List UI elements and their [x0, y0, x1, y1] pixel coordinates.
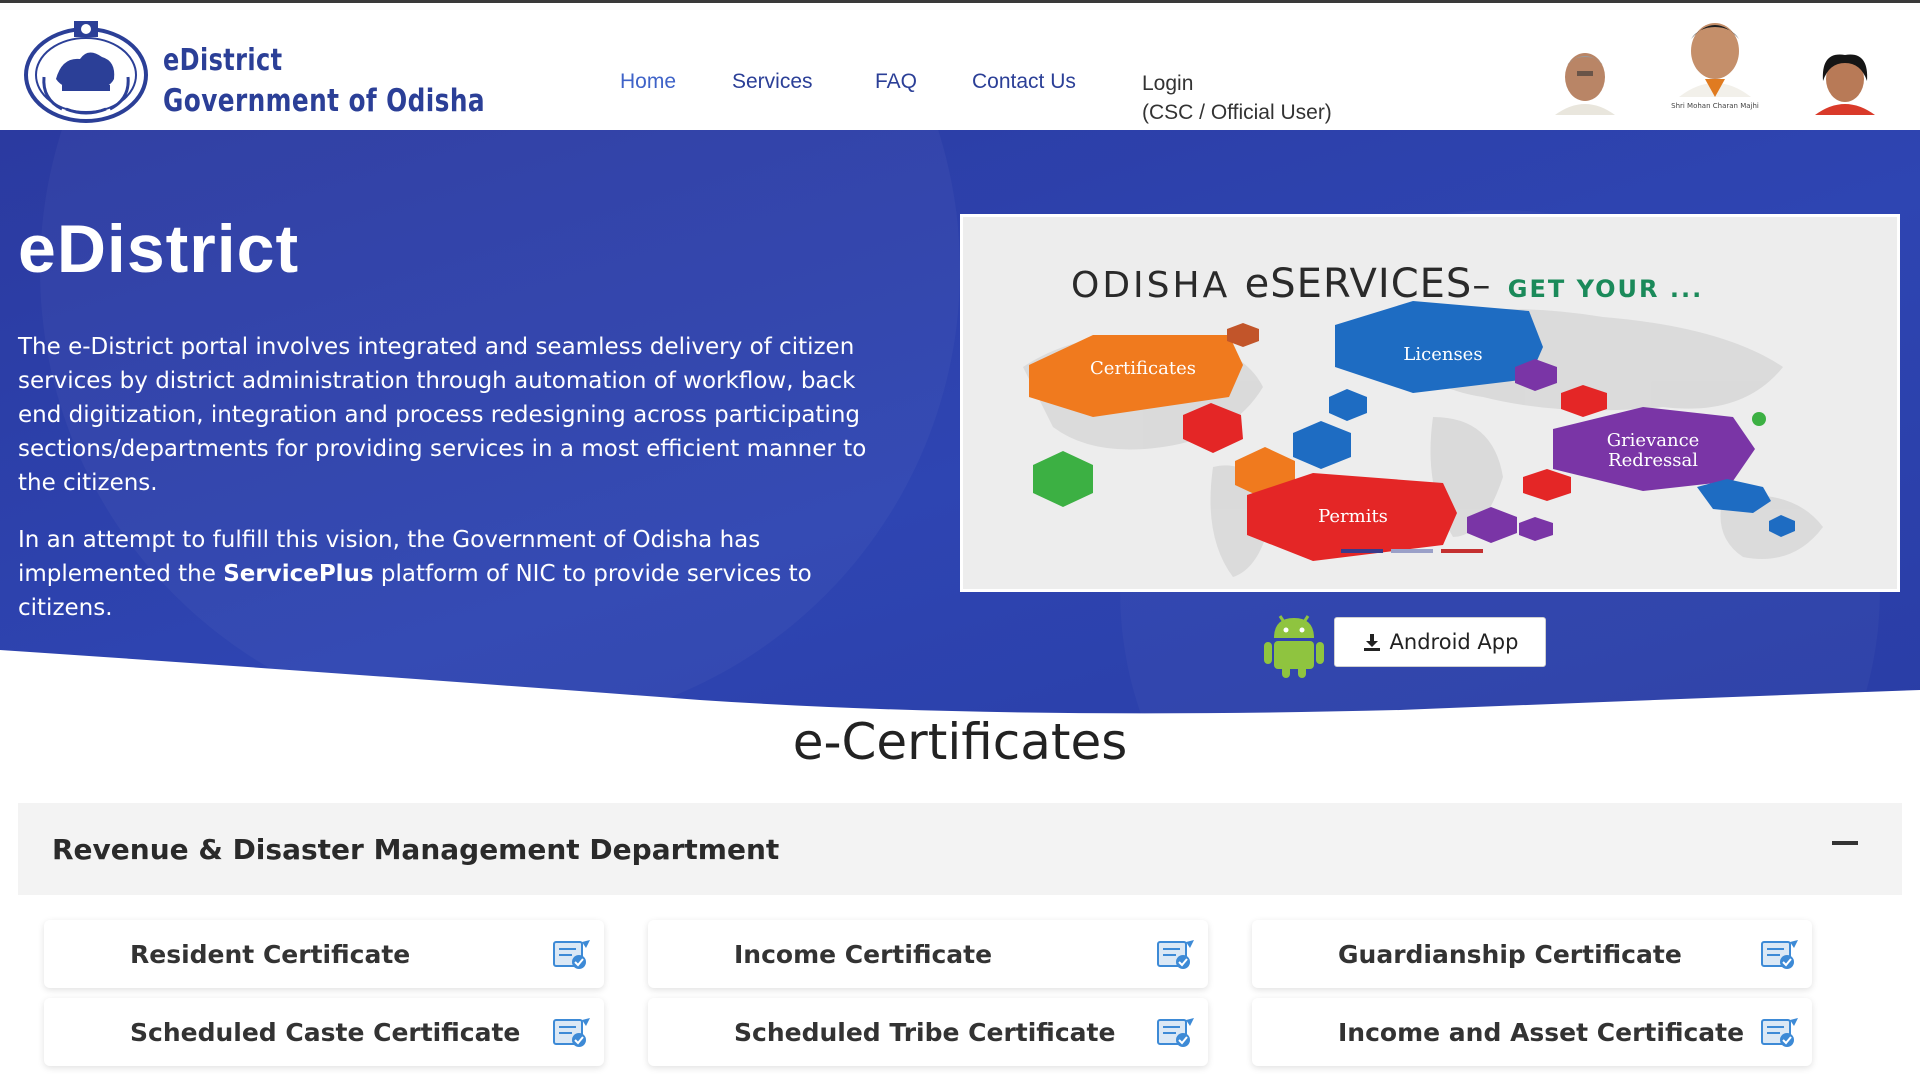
certificate-label: Income Certificate — [734, 940, 993, 969]
download-icon — [1363, 634, 1380, 651]
department-title: Revenue & Disaster Management Department — [52, 833, 780, 866]
nav-contact-us[interactable]: Contact Us — [972, 70, 1076, 94]
certificate-label: Income and Asset Certificate — [1338, 1018, 1745, 1047]
login-label: Login — [1142, 72, 1194, 95]
certificate-label: Guardianship Certificate — [1338, 940, 1682, 969]
nav-services[interactable]: Services — [732, 70, 813, 94]
department-accordion-header[interactable]: Revenue & Disaster Management Department — [18, 803, 1902, 895]
odisha-emblem-logo[interactable] — [22, 17, 150, 127]
apply-form-icon[interactable] — [1760, 938, 1800, 972]
hex-label-licenses: Licenses — [1403, 344, 1483, 365]
certificate-label: Scheduled Caste Certificate — [130, 1018, 521, 1047]
nav-home[interactable]: Home — [620, 70, 676, 94]
portrait-left-image — [1555, 53, 1615, 115]
portrait-center-caption: Shri Mohan Charan Majhi — [1671, 102, 1759, 110]
certificate-label: Resident Certificate — [130, 940, 411, 969]
eservices-banner[interactable]: ODISHA eSERVICES– GET YOUR ... Certifica… — [960, 214, 1900, 592]
banner-title-eservices: eSERVICES — [1244, 261, 1473, 307]
banner-title-odisha: ODISHA — [1071, 265, 1245, 306]
android-app-button[interactable]: Android App — [1334, 617, 1546, 667]
certificate-card-resident[interactable]: Resident Certificate — [44, 920, 604, 988]
apply-form-icon[interactable] — [1156, 1016, 1196, 1050]
certificate-card-scheduled-tribe[interactable]: Scheduled Tribe Certificate — [648, 998, 1208, 1066]
ecertificates-title: e-Certificates — [792, 713, 1128, 771]
brand-name[interactable]: eDistrict Government of Odisha — [163, 41, 485, 121]
banner-title-dash: – — [1472, 265, 1508, 306]
portrait-right-image — [1815, 54, 1875, 115]
hero-vision: In an attempt to fulfill this vision, th… — [18, 523, 888, 625]
certificate-list: Resident Certificate Income Certificate … — [0, 920, 1920, 1080]
portrait-center-image — [1679, 23, 1751, 97]
hex-label-grievance-1: Grievance — [1606, 430, 1700, 451]
login-sublabel: (CSC / Official User) — [1142, 101, 1332, 124]
banner-title: ODISHA eSERVICES– GET YOUR ... — [1071, 261, 1703, 307]
certificate-label: Scheduled Tribe Certificate — [734, 1018, 1116, 1047]
banner-title-getyour: GET YOUR ... — [1507, 275, 1704, 303]
android-app-label: Android App — [1389, 630, 1519, 654]
leader-portrait-center: Shri Mohan Charan Majhi — [1645, 17, 1785, 110]
certificate-card-income[interactable]: Income Certificate — [648, 920, 1208, 988]
apply-form-icon[interactable] — [552, 938, 592, 972]
android-icon — [1258, 608, 1330, 680]
certificate-card-guardianship[interactable]: Guardianship Certificate — [1252, 920, 1812, 988]
brand-line-2: Government of Odisha — [163, 83, 486, 119]
collapse-icon[interactable] — [1832, 841, 1858, 845]
site-header: eDistrict Government of Odisha Home Serv… — [0, 0, 1920, 130]
apply-form-icon[interactable] — [1156, 938, 1196, 972]
certificate-card-scheduled-caste[interactable]: Scheduled Caste Certificate — [44, 998, 604, 1066]
hero-description: The e-District portal involves integrate… — [18, 334, 867, 496]
leader-portrait-right — [1780, 51, 1910, 122]
serviceplus-text: ServicePlus — [223, 561, 374, 587]
hex-label-permits: Permits — [1318, 506, 1388, 527]
certificate-card-income-and-asset[interactable]: Income and Asset Certificate — [1252, 998, 1812, 1066]
hex-label-grievance-2: Redressal — [1608, 450, 1698, 471]
apply-form-icon[interactable] — [552, 1016, 592, 1050]
brand-line-1: eDistrict — [163, 43, 283, 78]
leader-portrait-left — [1520, 49, 1650, 122]
nav-faq[interactable]: FAQ — [875, 70, 917, 94]
hex-label-certificates: Certificates — [1090, 358, 1196, 379]
apply-form-icon[interactable] — [1760, 1016, 1800, 1050]
hero-title: eDistrict — [18, 211, 300, 287]
nav-login[interactable]: Login (CSC / Official User) — [1142, 69, 1332, 127]
